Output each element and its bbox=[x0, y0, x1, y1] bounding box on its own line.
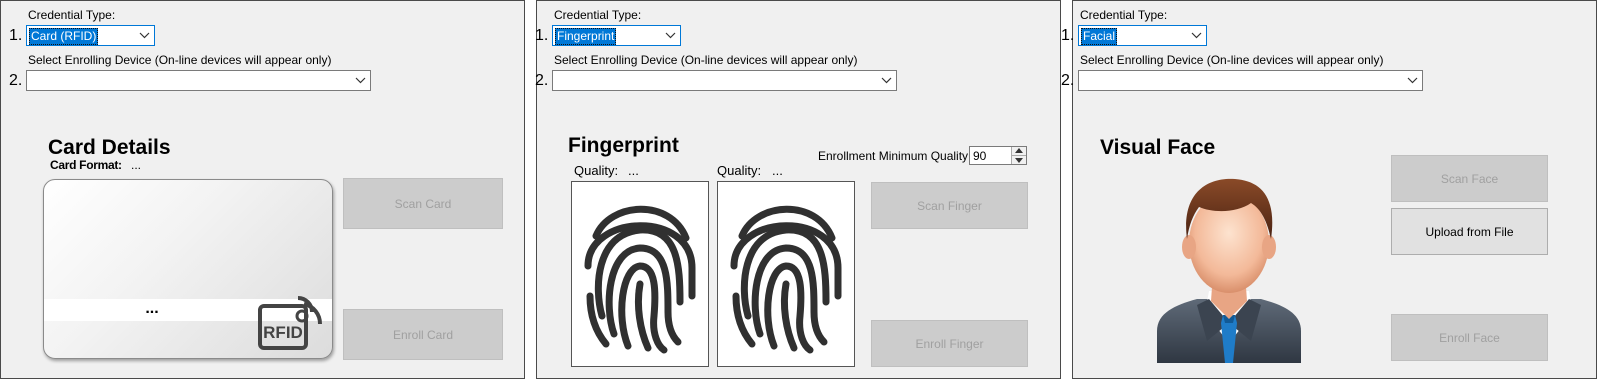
credential-type-label: Credential Type: bbox=[28, 8, 116, 22]
enrolling-device-select[interactable] bbox=[26, 70, 371, 91]
min-quality-stepper[interactable]: 90 bbox=[969, 146, 1027, 165]
credential-type-value: Fingerprint bbox=[555, 28, 617, 45]
chevron-down-icon bbox=[665, 32, 676, 39]
scan-card-button[interactable]: Scan Card bbox=[343, 178, 503, 229]
enroll-finger-button[interactable]: Enroll Finger bbox=[871, 320, 1028, 367]
rfid-logo-text: RFID bbox=[263, 323, 303, 342]
step-2-number: 2. bbox=[1061, 72, 1075, 89]
enrolling-device-select[interactable] bbox=[1078, 70, 1423, 91]
credential-type-value: Facial bbox=[1081, 28, 1118, 45]
enroll-card-button[interactable]: Enroll Card bbox=[343, 309, 503, 360]
stepper-down-button[interactable] bbox=[1011, 156, 1026, 164]
face-credential-panel: Credential Type: 1. Facial Select Enroll… bbox=[1061, 0, 1597, 379]
min-quality-label: Enrollment Minimum Quality : bbox=[818, 149, 975, 163]
section-title: Fingerprint bbox=[568, 134, 679, 157]
device-label: Select Enrolling Device (On-line devices… bbox=[28, 53, 332, 67]
enrolling-device-select[interactable] bbox=[552, 70, 897, 91]
rfid-card-image: ... RFID bbox=[43, 179, 333, 359]
credential-type-label: Credential Type: bbox=[1080, 8, 1168, 22]
credential-type-select[interactable]: Facial bbox=[1078, 25, 1207, 46]
step-1-number: 1. bbox=[535, 27, 549, 44]
chevron-down-icon bbox=[139, 32, 150, 39]
device-label: Select Enrolling Device (On-line devices… bbox=[554, 53, 858, 67]
stepper-up-button[interactable] bbox=[1011, 147, 1026, 156]
enroll-face-button[interactable]: Enroll Face bbox=[1391, 314, 1548, 361]
card-format-label: Card Format: bbox=[50, 158, 122, 172]
step-2-number: 2. bbox=[535, 72, 549, 89]
card-number: ... bbox=[145, 300, 159, 317]
step-1-number: 1. bbox=[1061, 27, 1075, 44]
step-1-number: 1. bbox=[9, 27, 23, 44]
scan-finger-button[interactable]: Scan Finger bbox=[871, 182, 1028, 229]
arrow-down-icon bbox=[1015, 158, 1023, 163]
card-format-value: ... bbox=[131, 158, 142, 172]
chevron-down-icon bbox=[1191, 32, 1202, 39]
min-quality-value: 90 bbox=[973, 149, 987, 163]
chevron-down-icon bbox=[881, 77, 892, 84]
credential-type-select[interactable]: Card (RFID) bbox=[26, 25, 155, 46]
credential-type-select[interactable]: Fingerprint bbox=[552, 25, 681, 46]
quality-left-label: Quality: bbox=[574, 163, 619, 178]
quality-right-label: Quality: bbox=[717, 163, 762, 178]
upload-from-file-button[interactable]: Upload from File bbox=[1391, 208, 1548, 255]
quality-left-value: ... bbox=[628, 163, 639, 178]
rfid-logo-icon: RFID bbox=[258, 296, 323, 350]
face-avatar-image bbox=[1157, 178, 1301, 363]
section-title: Card Details bbox=[48, 136, 171, 159]
card-credential-panel: Credential Type: 1. Card (RFID) Select E… bbox=[0, 0, 525, 379]
credential-type-value: Card (RFID) bbox=[29, 28, 99, 45]
arrow-up-icon bbox=[1015, 148, 1023, 153]
fingerprint-icon bbox=[584, 205, 696, 354]
scan-face-button[interactable]: Scan Face bbox=[1391, 155, 1548, 202]
chevron-down-icon bbox=[1407, 77, 1418, 84]
chevron-down-icon bbox=[355, 77, 366, 84]
device-label: Select Enrolling Device (On-line devices… bbox=[1080, 53, 1384, 67]
fingerprint-credential-panel: Credential Type: 1. Fingerprint Select E… bbox=[535, 0, 1061, 379]
section-title: Visual Face bbox=[1100, 136, 1216, 159]
step-2-number: 2. bbox=[9, 72, 23, 89]
credential-type-label: Credential Type: bbox=[554, 8, 642, 22]
quality-right-value: ... bbox=[772, 163, 783, 178]
fingerprint-left-box bbox=[571, 181, 709, 367]
fingerprint-icon bbox=[730, 205, 842, 354]
fingerprint-right-box bbox=[717, 181, 855, 367]
